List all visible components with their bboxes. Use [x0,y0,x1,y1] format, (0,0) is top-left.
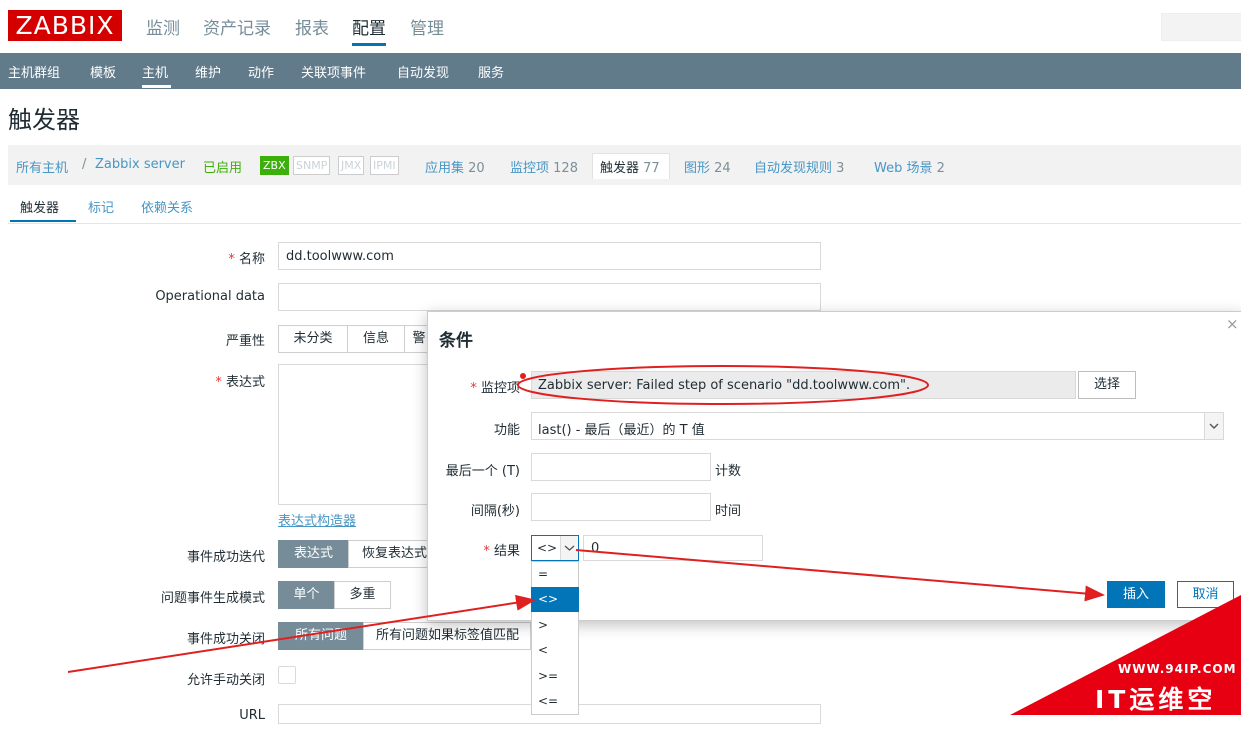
annotation-dot [520,373,526,379]
annotation-arrow-to-option [67,594,536,673]
watermark-name: IT运维空间 [1095,685,1217,750]
highlight-ellipse [517,365,929,405]
annotation-overlay [67,365,1241,715]
watermark-url: WWW.94IP.COM [1118,662,1237,676]
annotation-arrow-to-insert [575,549,1105,602]
